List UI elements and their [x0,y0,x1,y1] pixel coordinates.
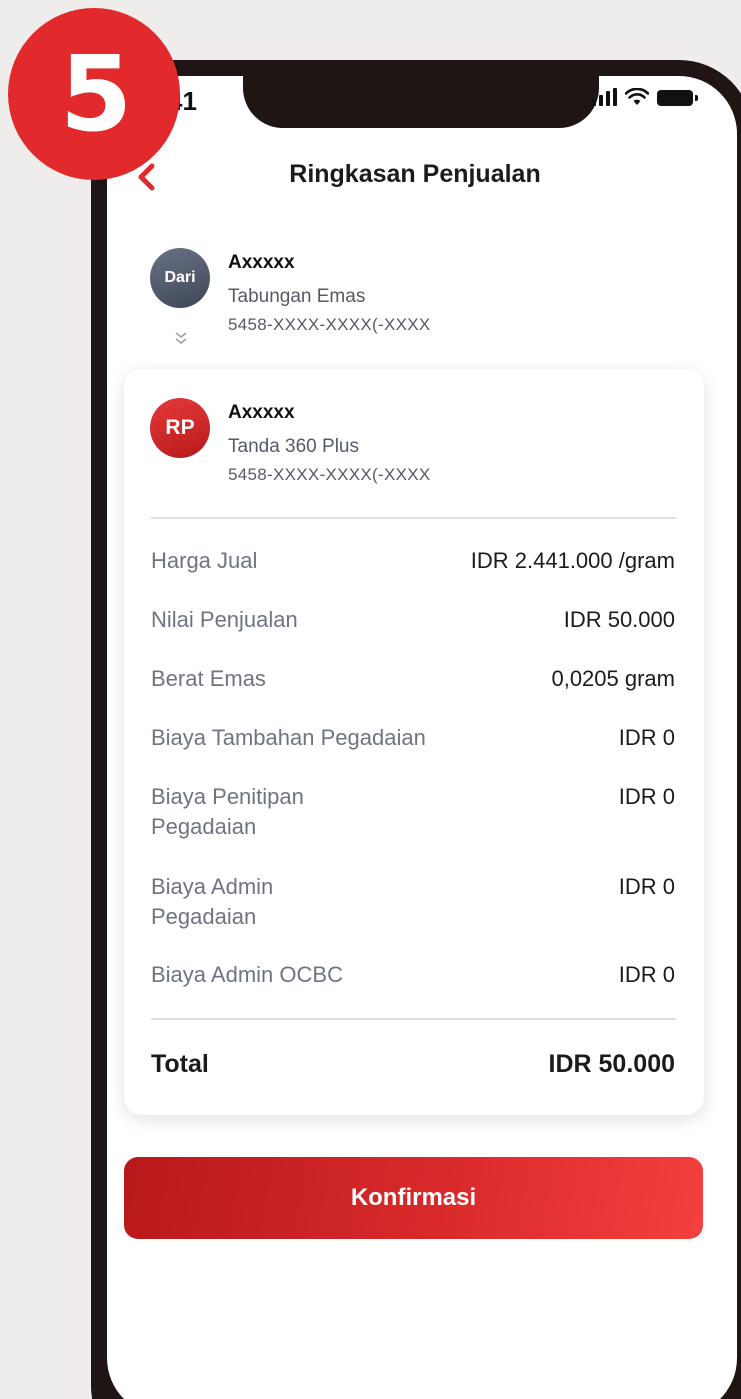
divider [151,1018,676,1020]
status-icons [592,88,698,106]
confirm-button[interactable]: Konfirmasi [124,1157,703,1239]
from-account-type: Tabungan Emas [228,286,366,307]
row-value-berat-emas: 0,0205 gram [551,666,675,691]
row-value-nilai-penjualan: IDR 50.000 [563,607,675,632]
row-label-biaya-penitipan: Biaya Penitipan Pegadaian [151,784,304,839]
from-avatar: Dari [150,248,210,308]
row-value-biaya-admin-ocbc: IDR 0 [618,962,675,987]
row-value-biaya-admin-pegadaian: IDR 0 [618,874,675,899]
to-avatar: RP [150,398,210,458]
to-account-name: Axxxxx [228,402,295,423]
from-account-number: 5458-XXXX-XXXX(-XXXX [228,315,431,334]
row-value-biaya-penitipan: IDR 0 [618,784,675,809]
double-chevron-down-icon [175,332,187,345]
divider [151,517,676,519]
step-number-badge: 5 [8,8,180,180]
page-title: Ringkasan Penjualan [289,160,541,188]
row-value-harga-jual: IDR 2.441.000 /gram [470,548,675,573]
total-label: Total [151,1050,209,1078]
to-account-type: Tanda 360 Plus [228,436,359,457]
signal-icon [592,88,617,106]
row-label-biaya-admin-pegadaian: Biaya Admin Pegadaian [151,874,274,929]
to-account-number: 5458-XXXX-XXXX(-XXXX [228,465,431,484]
wifi-icon [625,88,649,105]
total-value: IDR 50.000 [548,1050,675,1078]
from-account-name: Axxxxx [228,252,295,273]
row-value-biaya-tambahan: IDR 0 [618,725,675,750]
battery-icon [657,90,698,106]
phone-notch [243,60,599,128]
